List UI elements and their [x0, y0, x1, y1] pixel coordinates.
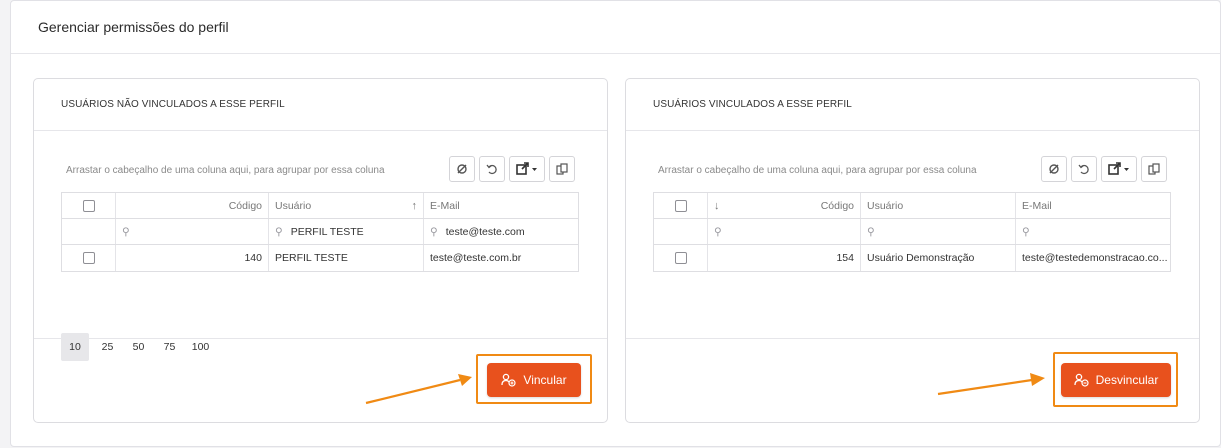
user-remove-icon: [1073, 373, 1089, 387]
grid-header-row: ↓ Código Usuário E-Mail: [654, 193, 1170, 219]
reset-button[interactable]: [479, 156, 505, 182]
column-header-code[interactable]: Código: [116, 193, 269, 218]
select-all-cell: [654, 193, 708, 218]
filter-email-value: teste@teste.com: [445, 225, 525, 238]
unlinked-users-panel: USUÁRIOS NÃO VINCULADOS A ESSE PERFIL Ar…: [33, 78, 608, 423]
filter-empty-cell: [654, 219, 708, 244]
refresh-button[interactable]: [1041, 156, 1067, 182]
export-button[interactable]: [1101, 156, 1137, 182]
export-icon: [1108, 162, 1129, 175]
filter-code-field[interactable]: ⚲: [116, 219, 269, 244]
row-checkbox[interactable]: [674, 252, 687, 264]
row-checkbox[interactable]: [82, 252, 95, 264]
grid-header-row: Código Usuário ↑ E-Mail: [62, 193, 578, 219]
table-row[interactable]: 154 Usuário Demonstração teste@testedemo…: [654, 245, 1170, 272]
refresh-icon: [1049, 164, 1059, 174]
refresh-icon: [457, 164, 467, 174]
cell-code: 154: [708, 245, 861, 271]
export-icon: [516, 162, 537, 175]
search-icon: ⚲: [1022, 225, 1030, 238]
sort-descending-icon: ↓: [714, 199, 720, 212]
columns-icon: [556, 163, 568, 175]
export-button[interactable]: [509, 156, 545, 182]
unlinked-users-grid: Código Usuário ↑ E-Mail ⚲ ⚲ PERFIL TESTE ⚲…: [61, 192, 579, 272]
panel-footer: Vincular: [34, 339, 607, 422]
cell-code: 140: [116, 245, 269, 271]
column-header-email[interactable]: E-Mail: [1016, 193, 1170, 218]
search-icon: ⚲: [275, 225, 283, 238]
select-all-checkbox[interactable]: [674, 199, 687, 212]
cell-user: Usuário Demonstração: [861, 245, 1016, 271]
cell-user: PERFIL TESTE: [269, 245, 424, 271]
page-title: Gerenciar permissões do perfil: [38, 19, 229, 35]
filter-code-field[interactable]: ⚲: [708, 219, 861, 244]
column-header-user[interactable]: Usuário: [861, 193, 1016, 218]
grid-filter-row: ⚲ ⚲ ⚲: [654, 219, 1170, 245]
column-header-code[interactable]: ↓ Código: [708, 193, 861, 218]
cell-email: teste@testedemonstracao.co...: [1022, 252, 1168, 264]
sort-ascending-icon: ↑: [411, 199, 418, 212]
table-row[interactable]: 140 PERFIL TESTE teste@teste.com.br: [62, 245, 578, 272]
linked-users-grid: ↓ Código Usuário E-Mail ⚲ ⚲ ⚲ 154 Usuário…: [653, 192, 1171, 272]
undo-icon: [1078, 164, 1089, 175]
row-check-cell: [62, 245, 116, 271]
search-icon: ⚲: [122, 225, 130, 238]
filter-email-field[interactable]: ⚲ teste@teste.com: [424, 219, 578, 244]
undo-icon: [486, 164, 497, 175]
search-icon: ⚲: [867, 225, 875, 238]
select-all-checkbox[interactable]: [82, 199, 95, 212]
card-header: Gerenciar permissões do perfil: [11, 1, 1220, 54]
link-user-button[interactable]: Vincular: [487, 363, 581, 397]
refresh-button[interactable]: [449, 156, 475, 182]
filter-user-field[interactable]: ⚲: [861, 219, 1016, 244]
search-icon: ⚲: [714, 225, 722, 238]
panel-header: USUÁRIOS VINCULADOS A ESSE PERFIL: [626, 79, 1199, 131]
panel-title: USUÁRIOS NÃO VINCULADOS A ESSE PERFIL: [61, 99, 285, 110]
linked-users-panel: USUÁRIOS VINCULADOS A ESSE PERFIL Arrast…: [625, 78, 1200, 423]
panel-title: USUÁRIOS VINCULADOS A ESSE PERFIL: [653, 99, 852, 110]
column-header-code-label: Código: [820, 199, 854, 212]
cell-email: teste@teste.com.br: [430, 252, 522, 264]
user-add-icon: [501, 373, 517, 387]
select-all-cell: [62, 193, 116, 218]
panel-header: USUÁRIOS NÃO VINCULADOS A ESSE PERFIL: [34, 79, 607, 131]
link-user-label: Vincular: [523, 373, 567, 387]
unlink-user-label: Desvincular: [1095, 373, 1159, 387]
filter-user-value: PERFIL TESTE: [290, 225, 364, 238]
filter-empty-cell: [62, 219, 116, 244]
unlink-user-button[interactable]: Desvincular: [1061, 363, 1171, 397]
filter-user-field[interactable]: ⚲ PERFIL TESTE: [269, 219, 424, 244]
search-icon: ⚲: [430, 225, 438, 238]
annotation-arrow: [365, 374, 472, 405]
column-header-email[interactable]: E-Mail: [424, 193, 578, 218]
grid-toolbar: [1041, 156, 1167, 182]
columns-icon: [1148, 163, 1160, 175]
panel-body: Arrastar o cabeçalho de uma coluna aqui,…: [34, 131, 607, 361]
grid-filter-row: ⚲ ⚲ PERFIL TESTE ⚲ teste@teste.com: [62, 219, 578, 245]
panel-footer: Desvincular: [626, 339, 1199, 422]
panel-body: Arrastar o cabeçalho de uma coluna aqui,…: [626, 131, 1199, 339]
column-header-user-label: Usuário: [275, 199, 312, 212]
column-header-user[interactable]: Usuário ↑: [269, 193, 424, 218]
row-check-cell: [654, 245, 708, 271]
filter-email-field[interactable]: ⚲: [1016, 219, 1170, 244]
column-chooser-button[interactable]: [1141, 156, 1167, 182]
grid-toolbar: [449, 156, 575, 182]
group-panel-hint[interactable]: Arrastar o cabeçalho de uma coluna aqui,…: [658, 165, 977, 176]
annotation-arrow: [937, 373, 1045, 396]
column-chooser-button[interactable]: [549, 156, 575, 182]
group-panel-hint[interactable]: Arrastar o cabeçalho de uma coluna aqui,…: [66, 165, 385, 176]
reset-button[interactable]: [1071, 156, 1097, 182]
